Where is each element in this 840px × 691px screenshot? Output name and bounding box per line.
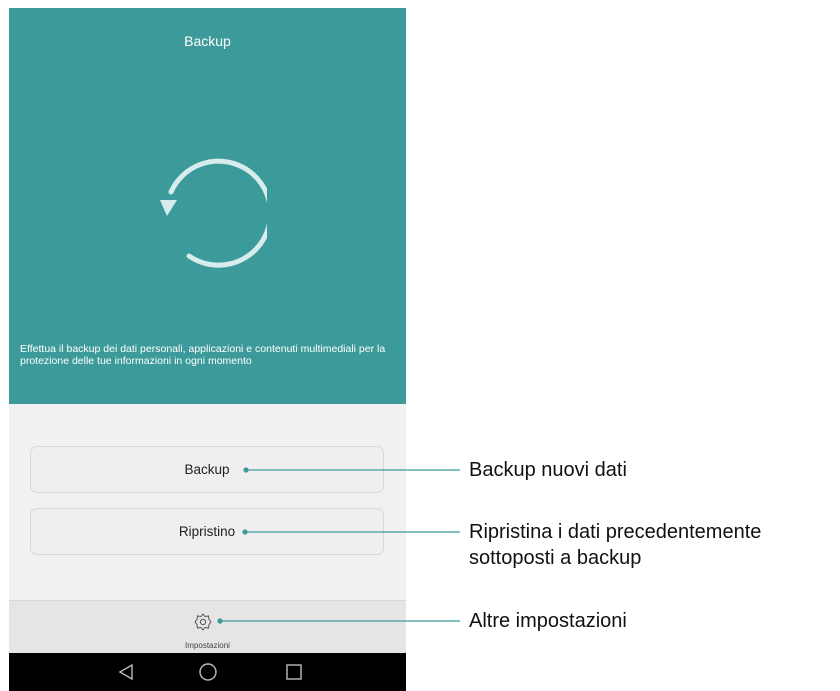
callout-settings: Altre impostazioni	[469, 610, 627, 632]
callout-dot-settings	[217, 618, 223, 624]
callout-restore-line1: Ripristina i dati precedentemente	[469, 521, 762, 543]
callout-dot-restore	[242, 529, 248, 535]
callout-restore-line2: sottoposti a backup	[469, 547, 642, 569]
callout-lines	[217, 467, 460, 624]
callout-backup: Backup nuovi dati	[469, 459, 627, 481]
callout-dot-backup	[243, 467, 249, 473]
